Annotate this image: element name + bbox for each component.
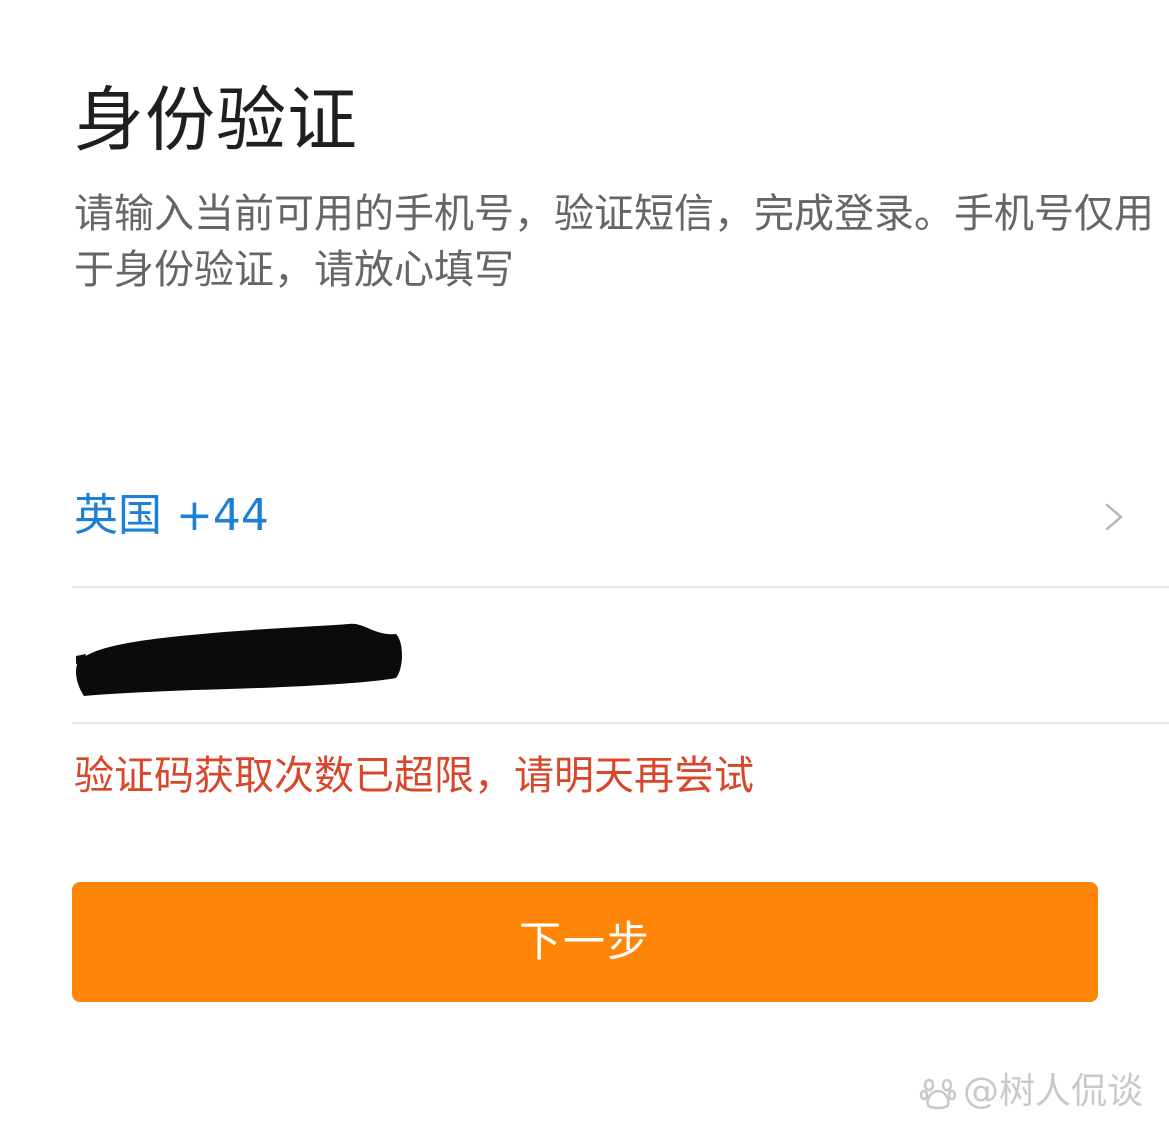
watermark: @树人侃谈 — [919, 1068, 1143, 1116]
page-title: 身份验证 — [74, 79, 358, 161]
next-step-button[interactable]: 下一步 — [72, 882, 1098, 1002]
divider-phone — [72, 722, 1169, 724]
baidu-paw-icon — [919, 1078, 957, 1110]
country-code-selector[interactable]: 英国 +44 — [72, 470, 1169, 586]
error-message: 验证码获取次数已超限，请明天再尝试 — [74, 753, 754, 799]
phone-number-input[interactable] — [72, 590, 1169, 722]
divider-country — [72, 586, 1169, 588]
country-code-label: 英国 +44 — [74, 490, 269, 541]
page-description: 请输入当前可用的手机号，验证短信，完成登录。手机号仅用于身份验证，请放心填写 — [74, 191, 1154, 293]
chevron-right-icon — [1105, 503, 1123, 531]
identity-verification-page: 身份验证 请输入当前可用的手机号，验证短信，完成登录。手机号仅用于身份验证，请放… — [0, 0, 1169, 1135]
watermark-text: @树人侃谈 — [962, 1071, 1143, 1112]
phone-number-row — [72, 590, 1169, 722]
